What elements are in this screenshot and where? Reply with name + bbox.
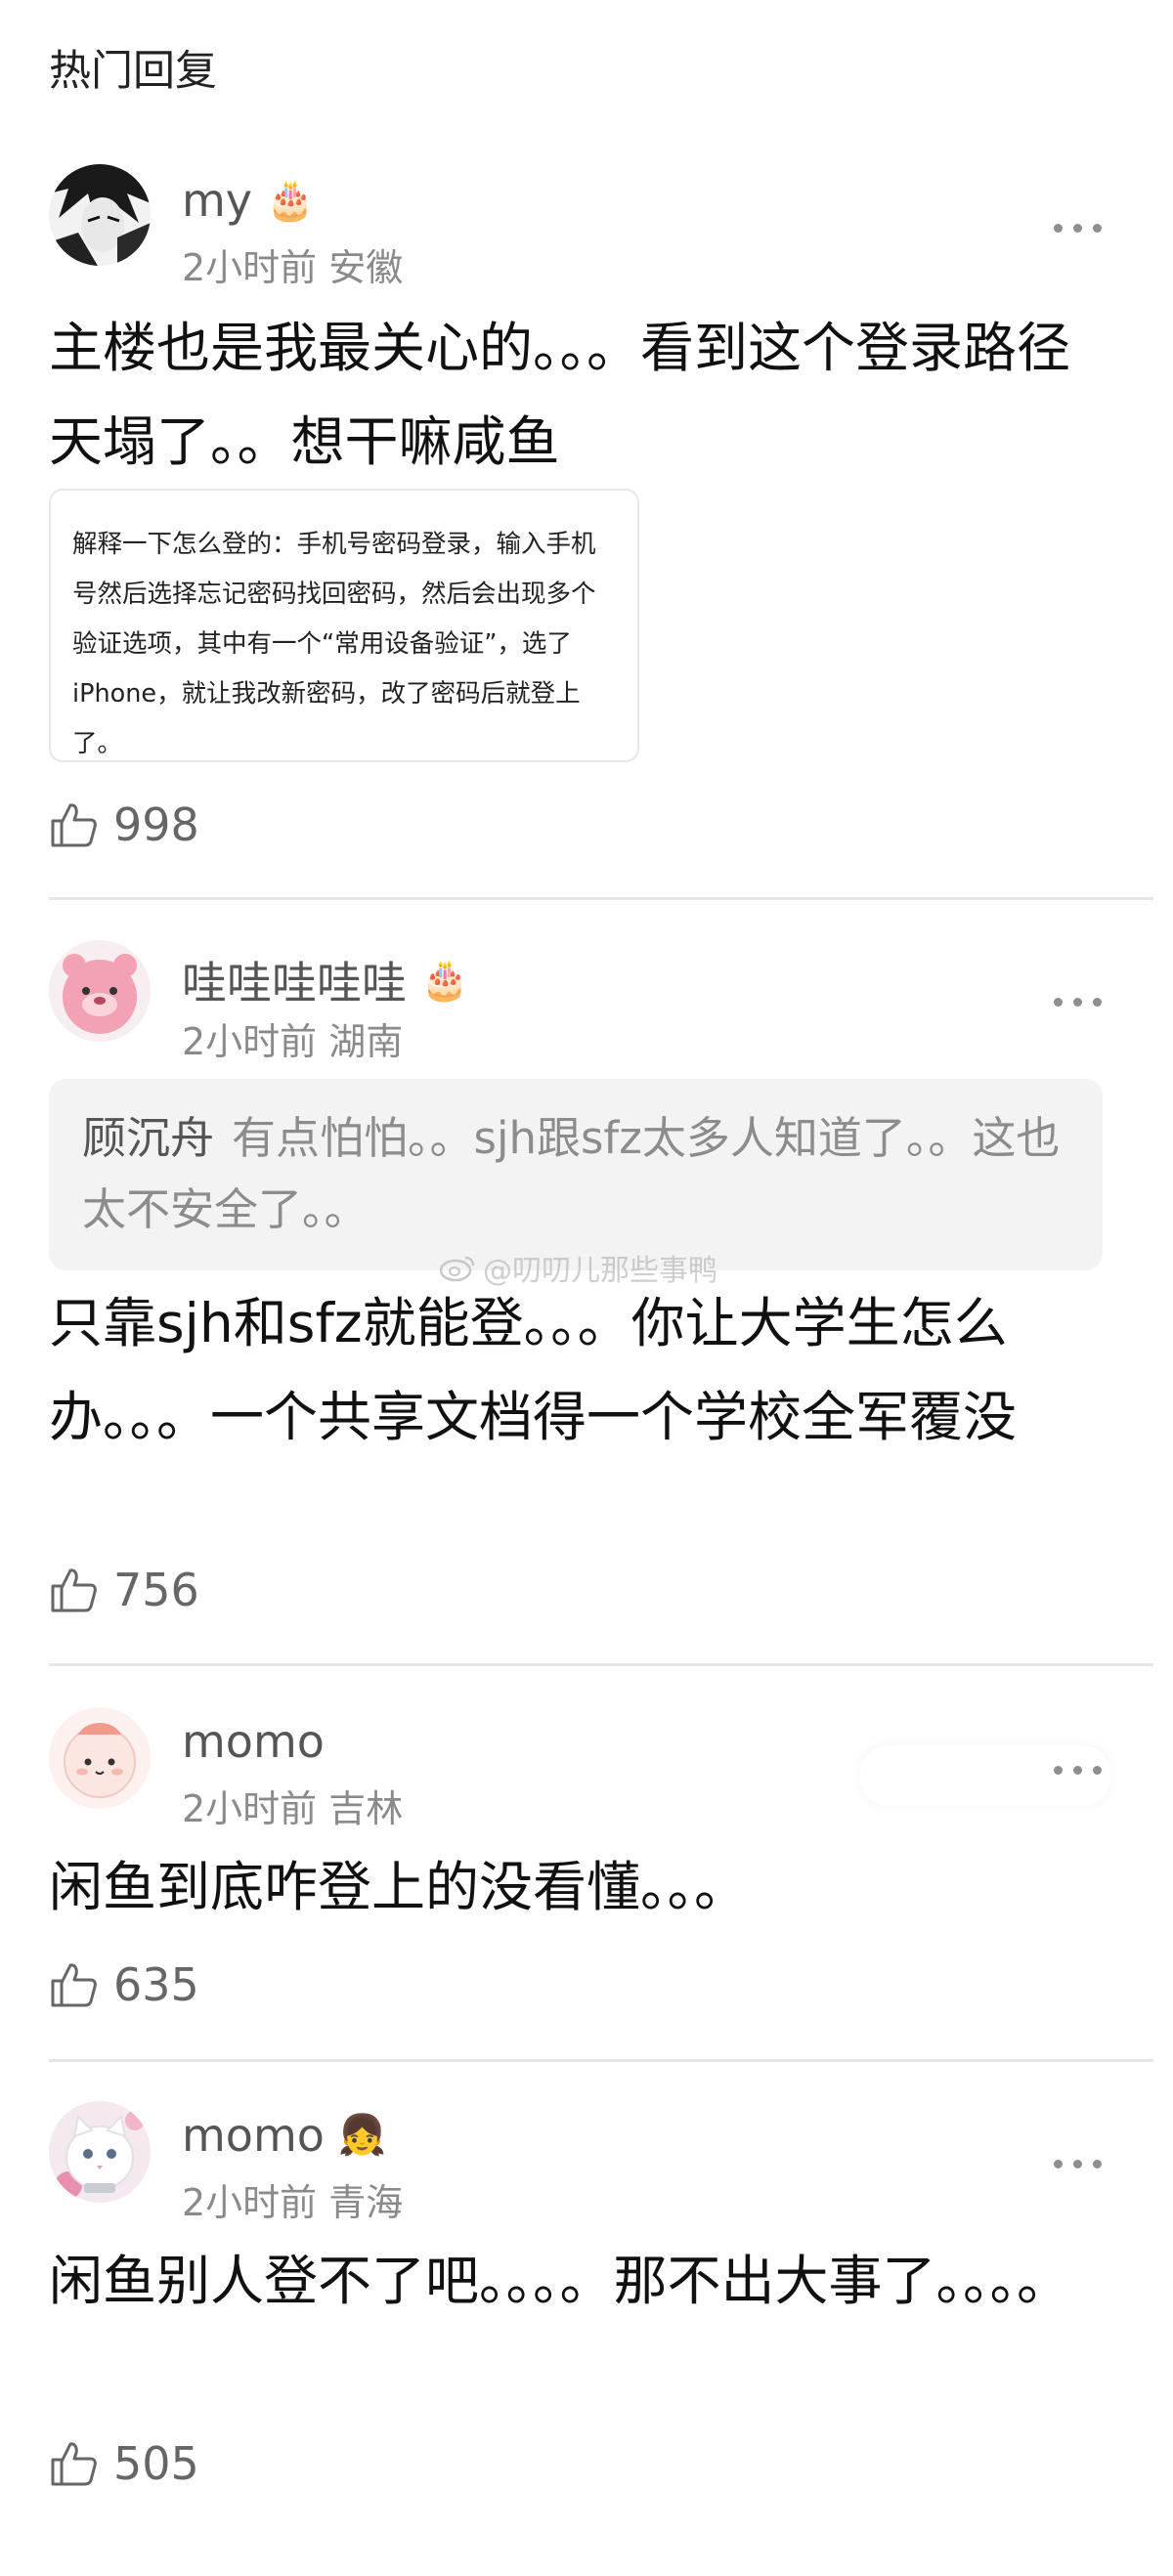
like-count: 635 <box>113 1958 199 2011</box>
more-options-icon[interactable] <box>1054 2153 1105 2172</box>
user-name[interactable]: momo <box>182 1715 325 1768</box>
comment-time: 2小时前 <box>182 2181 318 2224</box>
avatar[interactable] <box>49 1707 151 1809</box>
anime-avatar-image <box>49 164 151 266</box>
like-count: 998 <box>113 798 199 851</box>
comment-meta: 2小时前 吉林 <box>182 1779 403 1832</box>
comment-text: 闲鱼别人登不了吧。。。。那不出大事了。。。。 <box>49 2250 1071 2312</box>
comment-location: 青海 <box>328 2181 404 2224</box>
comment-text: 主楼也是我最关心的。。。看到这个登录路径天塌了。。想干嘛咸鱼 <box>49 317 1071 473</box>
more-options-icon[interactable] <box>1054 217 1105 236</box>
pink-bear-avatar-image <box>49 940 151 1042</box>
white-cat-avatar-image <box>49 2101 151 2203</box>
comment-text: 只靠sjh和sfz就能登。。。你让大学生怎么办。。。一个共享文档得一个学校全军覆… <box>49 1292 1018 1448</box>
comment-meta: 2小时前 安徽 <box>182 237 403 291</box>
cake-icon: 🎂 <box>266 178 315 223</box>
user-name[interactable]: 哇哇哇哇哇 <box>182 948 407 1012</box>
cartoon-girl-icon: 👧 <box>337 2113 387 2158</box>
more-options-icon[interactable] <box>1054 1759 1105 1779</box>
screenshot-image[interactable]: 解释一下怎么登的：手机号密码登录，输入手机号然后选择忘记密码找回密码，然后会出现… <box>49 489 639 762</box>
like-count: 756 <box>113 1564 199 1616</box>
image-text: 解释一下怎么登的：手机号密码登录，输入手机号然后选择忘记密码找回密码，然后会出现… <box>72 530 596 758</box>
comment-location: 安徽 <box>328 246 404 289</box>
like-button[interactable]: 635 <box>49 1958 199 2011</box>
comment-location: 湖南 <box>328 1020 404 1063</box>
avatar[interactable] <box>49 2101 151 2203</box>
user-name[interactable]: momo <box>182 2109 325 2162</box>
thumbs-up-icon <box>51 803 97 847</box>
comment-time: 2小时前 <box>182 246 318 289</box>
like-button[interactable]: 998 <box>49 798 199 851</box>
divider <box>49 897 1153 900</box>
section-title: 热门回复 <box>49 47 217 96</box>
cute-creature-avatar-image <box>49 1707 151 1809</box>
avatar[interactable] <box>49 940 151 1042</box>
watermark-text: @叨叨儿那些事鸭 <box>483 1254 717 1288</box>
comment-meta: 2小时前 湖南 <box>182 1011 403 1065</box>
watermark: @叨叨儿那些事鸭 <box>438 1246 717 1289</box>
user-name[interactable]: my <box>182 174 252 227</box>
quoted-reply[interactable]: 顾沉舟 有点怕怕。。sjh跟sfz太多人知道了。。这也太不安全了。。 <box>49 1079 1103 1270</box>
cake-icon: 🎂 <box>420 958 469 1003</box>
like-count: 505 <box>113 2437 199 2490</box>
comment-location: 吉林 <box>328 1787 404 1830</box>
thumbs-up-icon <box>51 1568 97 1612</box>
weibo-logo-icon <box>439 1256 475 1282</box>
comment-text: 闲鱼到底咋登上的没看懂。。。 <box>49 1856 749 1918</box>
thumbs-up-icon <box>51 1963 97 2007</box>
quote-text: 有点怕怕。。sjh跟sfz太多人知道了。。这也太不安全了。。 <box>82 1112 1061 1235</box>
comment-time: 2小时前 <box>182 1020 318 1063</box>
comment-meta: 2小时前 青海 <box>182 2172 403 2226</box>
divider <box>49 2059 1153 2062</box>
quote-author[interactable]: 顾沉舟 <box>82 1112 214 1164</box>
thumbs-up-icon <box>51 2442 97 2486</box>
avatar[interactable] <box>49 164 151 266</box>
comment-time: 2小时前 <box>182 1787 318 1830</box>
divider <box>49 1663 1153 1666</box>
like-button[interactable]: 756 <box>49 1564 199 1616</box>
like-button[interactable]: 505 <box>49 2437 199 2490</box>
more-options-icon[interactable] <box>1054 991 1105 1010</box>
